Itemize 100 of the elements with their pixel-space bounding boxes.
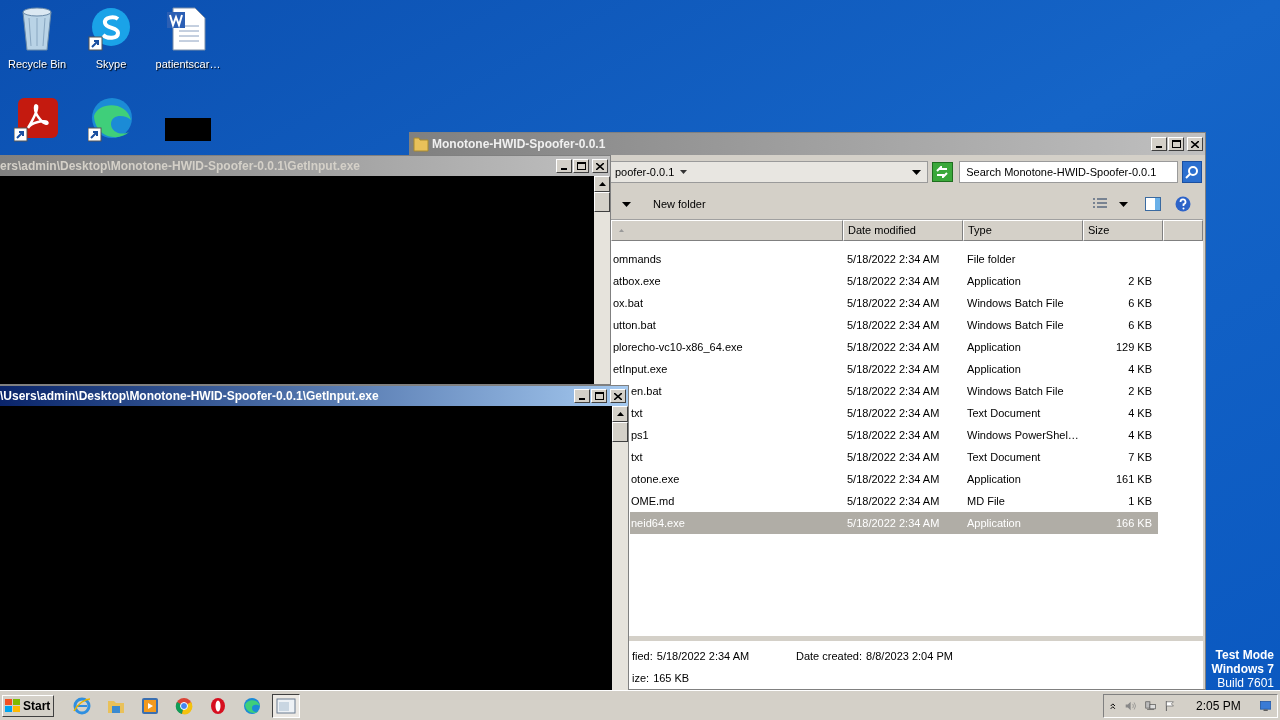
file-size: 2 KB: [1127, 383, 1153, 399]
desktop-icon-label[interactable]: Skype: [95, 56, 127, 73]
maximize-button[interactable]: [591, 389, 607, 403]
file-row[interactable]: OME.md 5/18/2022 2:34 AM MD File 1 KB: [630, 490, 1158, 512]
file-type: Windows Batch File: [966, 295, 1065, 311]
file-row[interactable]: ox.bat 5/18/2022 2:34 AM Windows Batch File 6 KB: [612, 292, 1158, 314]
sort-icon: [619, 229, 624, 232]
taskbar-button[interactable]: [272, 693, 300, 718]
detail-value: 8/8/2023 2:04 PM: [866, 648, 953, 664]
new-folder-button[interactable]: New folder: [649, 193, 710, 215]
file-size: 4 KB: [1127, 427, 1153, 443]
pdf-icon: [14, 96, 60, 142]
window-icon: [276, 697, 296, 714]
file-name: txt: [630, 449, 644, 465]
minimize-button[interactable]: [574, 389, 590, 403]
preview-pane-icon[interactable]: [1145, 197, 1161, 211]
file-row[interactable]: atbox.exe 5/18/2022 2:34 AM Application 2 KB: [612, 270, 1158, 292]
dropdown-icon: [911, 169, 921, 175]
file-row[interactable]: en.bat 5/18/2022 2:34 AM Windows Batch File 2 KB: [630, 380, 1158, 402]
dropdown-icon[interactable]: [1119, 201, 1128, 207]
scrollbar-thumb[interactable]: [594, 192, 610, 212]
scroll-up-button[interactable]: [612, 406, 628, 422]
file-name: txt: [630, 405, 644, 421]
scrollbar-track[interactable]: [612, 406, 628, 690]
column-header[interactable]: [611, 220, 843, 241]
close-icon: [614, 392, 622, 400]
minimize-icon: [1156, 146, 1162, 148]
show-desktop-icon[interactable]: [1259, 698, 1271, 713]
maximize-icon: [594, 392, 604, 400]
file-type: Windows Batch File: [966, 317, 1065, 333]
help-icon[interactable]: [1175, 196, 1191, 212]
file-name: etInput.exe: [612, 361, 669, 377]
close-button[interactable]: [610, 389, 626, 403]
test-mode-text: Build 7601: [1217, 676, 1274, 690]
desktop-icon-label[interactable]: Recycle Bin: [7, 56, 67, 73]
file-row[interactable]: plorecho-vc10-x86_64.exe 5/18/2022 2:34 AM Application 129 KB: [612, 336, 1158, 358]
scrollbar-track[interactable]: [594, 176, 610, 384]
file-row[interactable]: ps1 5/18/2022 2:34 AM Windows PowerShel… 4 KB: [630, 424, 1158, 446]
desktop-icon-label[interactable]: patientscar…: [155, 56, 221, 73]
detail-label: Date created:: [796, 648, 863, 664]
file-type: Application: [966, 273, 1022, 289]
detail-label: fied:: [632, 648, 653, 664]
file-size: 4 KB: [1127, 405, 1153, 421]
file-size: 1 KB: [1127, 493, 1153, 509]
minimize-icon: [561, 168, 567, 170]
start-button[interactable]: Start: [2, 694, 54, 717]
date-modified: 5/18/2022 2:34 AM: [846, 515, 941, 531]
chrome-icon: [175, 696, 193, 715]
scroll-up-icon: [616, 412, 624, 416]
file-size: 161 KB: [1114, 471, 1153, 487]
search-button[interactable]: [1182, 161, 1202, 183]
address-bar[interactable]: poofer-0.0.1: [610, 161, 928, 183]
file-row[interactable]: txt 5/18/2022 2:34 AM Text Document 7 KB: [630, 446, 1158, 468]
date-modified: 5/18/2022 2:34 AM: [846, 427, 941, 443]
file-row[interactable]: etInput.exe 5/18/2022 2:34 AM Application 4 KB: [612, 358, 1158, 380]
detail-value: 165 KB: [653, 670, 690, 686]
windows-logo-icon: [5, 698, 21, 713]
maximize-button[interactable]: [1168, 137, 1184, 151]
search-field[interactable]: Search Monotone-HWID-Spoofer-0.0.1: [959, 161, 1179, 183]
detail-value: 5/18/2022 2:34 AM: [656, 648, 750, 664]
file-row[interactable]: utton.bat 5/18/2022 2:34 AM Windows Batch File 6 KB: [612, 314, 1158, 336]
file-size: 4 KB: [1127, 361, 1153, 377]
file-row[interactable]: txt 5/18/2022 2:34 AM Text Document 4 KB: [630, 402, 1158, 424]
date-modified: 5/18/2022 2:34 AM: [846, 383, 941, 399]
clock[interactable]: 2:05 PM: [1196, 696, 1241, 715]
opera-icon: [209, 696, 227, 715]
date-modified: 5/18/2022 2:34 AM: [846, 361, 941, 377]
file-name: ox.bat: [612, 295, 644, 311]
close-button[interactable]: [592, 159, 608, 173]
column-header[interactable]: Date modified: [843, 220, 963, 241]
chevron-up-icon[interactable]: [1110, 700, 1116, 711]
file-name: en.bat: [630, 383, 663, 399]
file-name: ps1: [630, 427, 650, 443]
date-modified: 5/18/2022 2:34 AM: [846, 339, 941, 355]
scrollbar-thumb[interactable]: [612, 422, 628, 442]
test-mode-text: Test Mode: [1215, 648, 1274, 662]
close-icon: [596, 162, 604, 170]
scroll-up-button[interactable]: [594, 176, 610, 192]
minimize-icon: [579, 398, 585, 400]
file-size: 2 KB: [1127, 273, 1153, 289]
maximize-button[interactable]: [573, 159, 589, 173]
file-row[interactable]: otone.exe 5/18/2022 2:34 AM Application 161 KB: [630, 468, 1158, 490]
close-button[interactable]: [1187, 137, 1203, 151]
minimize-button[interactable]: [556, 159, 572, 173]
browser-icon: [88, 96, 134, 142]
file-row[interactable]: ommands 5/18/2022 2:34 AM File folder: [612, 248, 1158, 270]
browser-icon: [73, 696, 91, 715]
column-header[interactable]: Type: [963, 220, 1083, 241]
file-name: utton.bat: [612, 317, 657, 333]
maximize-icon: [576, 162, 586, 170]
refresh-button[interactable]: [931, 162, 954, 182]
close-icon: [1191, 140, 1199, 148]
file-type: Text Document: [966, 405, 1042, 421]
date-modified: 5/18/2022 2:34 AM: [846, 273, 941, 289]
minimize-button[interactable]: [1151, 137, 1167, 151]
address-text: poofer-0.0.1: [615, 164, 675, 180]
column-header[interactable]: Size: [1083, 220, 1163, 241]
file-type: Application: [966, 471, 1022, 487]
file-type: File folder: [966, 251, 1017, 267]
date-modified: 5/18/2022 2:34 AM: [846, 471, 941, 487]
